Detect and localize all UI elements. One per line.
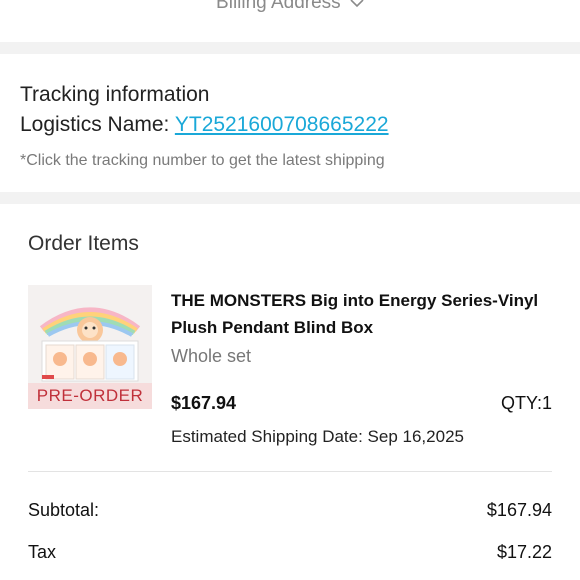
billing-address-toggle[interactable]: Billing Address (0, 0, 580, 22)
logistics-row: Logistics Name: YT2521600708665222 (20, 110, 560, 140)
chevron-down-icon (350, 0, 364, 14)
billing-address-label: Billing Address (216, 0, 341, 14)
summary-divider (28, 471, 552, 472)
pre-order-badge: PRE-ORDER (28, 383, 152, 409)
product-image[interactable]: PRE-ORDER (28, 285, 152, 409)
tracking-section: Tracking information Logistics Name: YT2… (20, 80, 560, 170)
tax-row: Tax $17.22 (28, 542, 552, 563)
tracking-number-link[interactable]: YT2521600708665222 (175, 113, 389, 136)
tracking-hint: *Click the tracking number to get the la… (20, 152, 385, 169)
tax-label: Tax (28, 542, 57, 562)
section-divider (0, 192, 580, 204)
subtotal-value: $167.94 (486, 500, 552, 520)
tracking-title: Tracking information (20, 83, 210, 106)
product-quantity: QTY:1 (500, 393, 552, 413)
logistics-label: Logistics Name: (20, 113, 175, 136)
section-divider (0, 42, 580, 54)
product-price: $167.94 (171, 393, 237, 413)
subtotal-label: Subtotal: (28, 500, 100, 520)
product-name[interactable]: THE MONSTERS Big into Energy Series-Viny… (171, 287, 551, 341)
estimated-shipping-date: Estimated Shipping Date: Sep 16,2025 (171, 427, 464, 446)
subtotal-row: Subtotal: $167.94 (28, 500, 552, 521)
order-items-title: Order Items (28, 232, 139, 255)
tax-value: $17.22 (496, 542, 552, 562)
product-variant: Whole set (171, 346, 252, 366)
